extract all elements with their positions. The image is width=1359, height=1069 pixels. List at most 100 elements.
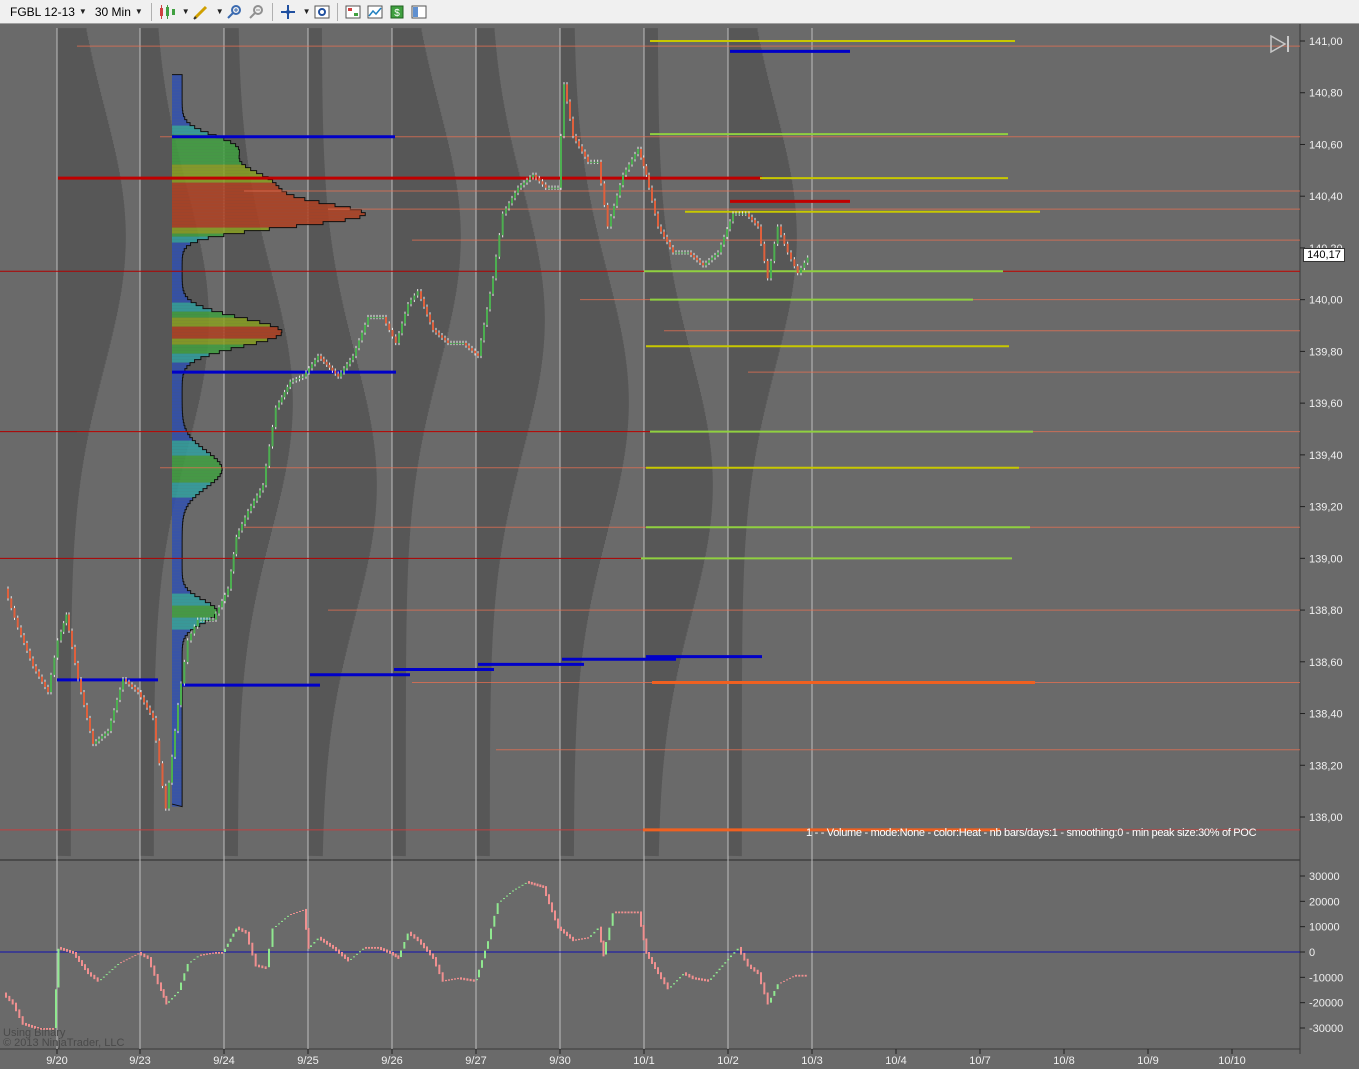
instrument-selector[interactable]: FGBL 12-13 ▼: [6, 2, 91, 22]
heat-bar: [172, 554, 183, 558]
heat-bar: [172, 338, 268, 342]
heat-bar: [172, 746, 183, 750]
candle-body: [203, 619, 205, 621]
candle-body: [244, 517, 246, 525]
delta-bar: [469, 978, 472, 982]
delta-bar: [380, 946, 382, 951]
delta-bar: [105, 974, 108, 976]
candle-body: [250, 505, 252, 512]
toolbar-divider: [271, 2, 273, 21]
candle-body: [116, 699, 118, 711]
delta-bar: [335, 946, 337, 952]
heat-bar: [172, 284, 183, 288]
heat-bar: [172, 755, 183, 759]
heat-bar: [172, 266, 183, 270]
candlestick-icon[interactable]: [158, 3, 176, 21]
heat-bar: [172, 332, 282, 336]
heat-bar: [172, 200, 319, 204]
candle-body: [770, 261, 772, 279]
candle-body: [541, 181, 544, 185]
price-tick-label: 138,60: [1309, 657, 1343, 669]
heat-bar: [172, 647, 183, 651]
delta-bar: [679, 977, 681, 979]
delta-bar: [347, 957, 349, 962]
candle-body: [619, 185, 621, 196]
properties-icon[interactable]: [313, 3, 331, 21]
candle-body: [137, 689, 139, 693]
delta-bar: [87, 968, 89, 975]
heat-bar: [172, 638, 184, 642]
delta-bar: [299, 910, 301, 912]
date-label: 10/4: [885, 1055, 906, 1067]
delta-bar: [338, 949, 340, 954]
zoom-in-icon[interactable]: [226, 3, 244, 21]
delta-bar: [630, 911, 633, 914]
strategy-icon[interactable]: [344, 3, 362, 21]
heat-bar: [172, 656, 183, 660]
heat-bar: [172, 260, 183, 264]
delta-bar: [271, 928, 274, 947]
zoom-out-icon[interactable]: [248, 3, 266, 21]
candle-body: [278, 402, 280, 408]
candle-body: [590, 161, 592, 163]
heat-bar: [172, 743, 183, 747]
chevron-down-icon[interactable]: ▼: [216, 7, 224, 16]
delta-bar: [362, 948, 364, 950]
toolbar-divider: [336, 2, 338, 21]
heat-bar: [172, 116, 185, 120]
candle-body: [477, 353, 479, 356]
heat-bar: [172, 98, 183, 102]
chevron-down-icon[interactable]: ▼: [303, 7, 311, 16]
delta-bar: [429, 949, 431, 956]
price-tick-label: 138,20: [1309, 760, 1343, 772]
candle-body: [404, 313, 406, 324]
heat-bar: [172, 83, 183, 87]
candle-body: [212, 619, 214, 621]
chevron-down-icon: ▼: [78, 7, 87, 16]
heat-bar: [172, 509, 186, 513]
delta-bar: [371, 946, 373, 949]
price-chart[interactable]: 141,00140,80140,60140,40140,20140,00139,…: [0, 24, 1359, 1069]
heat-bar: [172, 551, 183, 555]
candle-body: [29, 650, 31, 659]
delta-bar: [353, 956, 355, 958]
candle-body: [407, 304, 409, 314]
heat-bar: [172, 194, 294, 198]
heat-bar: [172, 218, 346, 222]
delta-bar: [326, 940, 328, 945]
candle-body: [235, 536, 238, 555]
chevron-down-icon[interactable]: ▼: [182, 7, 190, 16]
delta-bar: [472, 979, 475, 982]
delta-bar: [451, 978, 453, 981]
delta-bar: [78, 956, 80, 962]
heat-bar: [172, 392, 183, 396]
heat-bar: [172, 779, 183, 783]
candle-body: [696, 257, 698, 261]
delta-bar: [733, 952, 736, 954]
price-tick-label: 139,80: [1309, 346, 1343, 358]
candle-body: [596, 161, 599, 163]
price-tick-label: 138,80: [1309, 605, 1343, 617]
interval-selector[interactable]: 30 Min ▼: [91, 2, 147, 22]
candle-body: [501, 213, 504, 236]
candle-body: [726, 229, 728, 237]
skip-to-end-icon[interactable]: [1268, 34, 1292, 54]
heat-bar: [172, 485, 207, 489]
candle-body: [492, 278, 494, 294]
delta-bar: [248, 931, 250, 945]
heat-bar: [172, 653, 183, 657]
candle-body: [253, 500, 255, 506]
heat-bar: [172, 329, 282, 333]
delta-bar: [484, 950, 486, 959]
heat-bar: [172, 161, 242, 165]
heat-bar: [172, 389, 183, 393]
money-icon[interactable]: $: [388, 3, 406, 21]
template-icon[interactable]: [410, 3, 428, 21]
heat-bar: [172, 248, 185, 252]
chart-style-icon[interactable]: [366, 3, 384, 21]
candle-body: [394, 336, 397, 343]
pencil-icon[interactable]: [192, 3, 210, 21]
heat-bar: [172, 791, 183, 795]
delta-bar: [232, 933, 235, 937]
crosshair-icon[interactable]: [279, 3, 297, 21]
